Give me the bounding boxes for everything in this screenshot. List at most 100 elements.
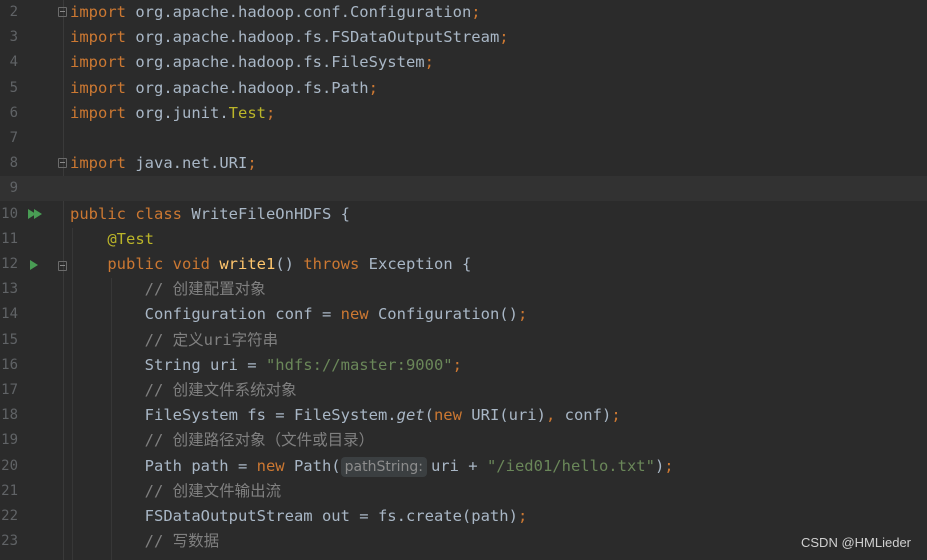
- code-line[interactable]: 15 // 定义uri字符串: [0, 328, 927, 353]
- code-token: Path(: [284, 456, 341, 475]
- code-text: FSDataOutputStream out = fs.create(path)…: [70, 504, 528, 529]
- code-token: org.junit.: [126, 103, 229, 122]
- line-number: 7: [9, 130, 18, 146]
- code-line[interactable]: 21 // 创建文件输出流: [0, 479, 927, 504]
- code-line[interactable]: 6 import org.junit.Test;: [0, 101, 927, 126]
- code-token: public class: [70, 204, 182, 223]
- code-token: public void: [107, 255, 210, 273]
- code-line[interactable]: 5 import org.apache.hadoop.fs.Path;: [0, 76, 927, 101]
- code-line[interactable]: 9: [0, 176, 927, 202]
- code-line[interactable]: 20 Path path = new Path(pathString: uri +…: [0, 454, 927, 479]
- code-text: // 创建路径对象（文件或目录）: [70, 428, 375, 453]
- code-text: // 定义uri字符串: [70, 328, 279, 353]
- code-token: new: [256, 456, 285, 475]
- line-number: 16: [1, 356, 18, 373]
- fold-icon[interactable]: [58, 158, 67, 168]
- code-token: Test: [228, 103, 266, 122]
- line-number: 14: [1, 306, 18, 323]
- code-token: Configuration(): [368, 305, 518, 324]
- line-number: 22: [1, 508, 18, 524]
- code-text: import org.apache.hadoop.fs.FSDataOutput…: [70, 25, 509, 50]
- code-token: ): [654, 456, 665, 475]
- indent-guide: [111, 278, 112, 560]
- code-line[interactable]: 17 // 创建文件系统对象: [0, 378, 927, 403]
- code-token: throws: [303, 255, 360, 273]
- line-number: 13: [1, 281, 18, 298]
- code-token: ;: [424, 53, 434, 72]
- code-token: // 创建路径对象（文件或目录）: [144, 431, 375, 450]
- watermark: CSDN @HMLieder: [801, 535, 911, 550]
- code-line[interactable]: 2 import org.apache.hadoop.conf.Configura…: [0, 0, 927, 25]
- code-token: "hdfs://master:9000": [265, 355, 453, 374]
- line-number: 10: [1, 205, 18, 222]
- code-line[interactable]: 10 public class WriteFileOnHDFS {: [0, 202, 927, 227]
- line-number: 5: [9, 79, 18, 96]
- code-token: org.apache.hadoop.fs.FSDataOutputStream: [126, 28, 500, 47]
- line-number: 8: [9, 155, 18, 172]
- code-text: String uri = "hdfs://master:9000";: [70, 353, 462, 378]
- code-text: // 创建配置对象: [70, 277, 266, 302]
- line-number: 15: [1, 331, 18, 348]
- run-double-icon[interactable]: [28, 209, 42, 219]
- code-line[interactable]: 16 String uri = "hdfs://master:9000";: [0, 353, 927, 378]
- code-token: String uri =: [70, 355, 266, 374]
- code-line[interactable]: 12 public void write1() throws Exception…: [0, 252, 927, 277]
- code-token: import: [70, 78, 126, 97]
- line-number: 23: [1, 533, 18, 550]
- code-token: write1: [219, 255, 276, 273]
- line-number: 20: [1, 457, 18, 474]
- code-token: ;: [471, 3, 481, 21]
- code-token: ;: [664, 456, 674, 475]
- run-icon[interactable]: [30, 260, 38, 270]
- code-token: (: [424, 406, 434, 425]
- code-line[interactable]: 23 // 写数据: [0, 529, 927, 554]
- code-token: Path path =: [70, 456, 257, 475]
- code-line[interactable]: 4 import org.apache.hadoop.fs.FileSystem;: [0, 50, 927, 75]
- code-token: import: [70, 28, 126, 47]
- code-token: import: [70, 103, 126, 122]
- line-number: 18: [1, 407, 18, 424]
- line-number: 9: [9, 180, 18, 197]
- code-token: WriteFileOnHDFS {: [181, 204, 350, 223]
- code-line[interactable]: 8 import java.net.URI;: [0, 151, 927, 176]
- code-line[interactable]: 7: [0, 126, 927, 151]
- code-token: ;: [611, 406, 621, 425]
- code-token: import: [70, 3, 126, 21]
- line-number: 4: [9, 54, 18, 71]
- code-token: ;: [452, 355, 462, 374]
- code-token: java.net.URI: [126, 154, 248, 173]
- code-line[interactable]: 3 import org.apache.hadoop.fs.FSDataOutpu…: [0, 25, 927, 50]
- code-token: "/ied01/hello.txt": [486, 456, 655, 475]
- code-line[interactable]: 11 @Test: [0, 227, 927, 252]
- line-number: 19: [1, 432, 18, 449]
- code-text: import org.junit.Test;: [70, 101, 275, 126]
- code-token: org.apache.hadoop.fs.FileSystem: [126, 53, 425, 72]
- code-text: @Test: [70, 227, 154, 252]
- code-line[interactable]: 13 // 创建配置对象: [0, 277, 927, 302]
- code-text: // 创建文件系统对象: [70, 378, 297, 403]
- code-token: ;: [517, 507, 528, 525]
- code-line[interactable]: 22 FSDataOutputStream out = fs.create(pa…: [0, 504, 927, 529]
- fold-icon[interactable]: [58, 7, 67, 17]
- code-line[interactable]: 19 // 创建路径对象（文件或目录）: [0, 428, 927, 453]
- code-line[interactable]: 18 FileSystem fs = FileSystem.get(new UR…: [0, 403, 927, 428]
- line-number: 2: [9, 4, 18, 20]
- code-text: import org.apache.hadoop.fs.Path;: [70, 76, 378, 101]
- code-token: uri +: [430, 456, 487, 475]
- code-token: ;: [499, 28, 509, 47]
- fold-icon[interactable]: [58, 261, 67, 271]
- code-token: conf): [555, 406, 612, 425]
- code-token: new: [340, 305, 369, 324]
- code-text: import org.apache.hadoop.fs.FileSystem;: [70, 50, 434, 75]
- code-token: // 创建配置对象: [144, 280, 266, 299]
- code-line[interactable]: 14 Configuration conf = new Configuratio…: [0, 302, 927, 327]
- code-text: import java.net.URI;: [70, 151, 257, 176]
- code-token: org.apache.hadoop.conf.Configuration: [126, 3, 472, 21]
- code-token: FSDataOutputStream out = fs.create(path): [70, 507, 518, 525]
- code-token: // 创建文件系统对象: [144, 381, 297, 399]
